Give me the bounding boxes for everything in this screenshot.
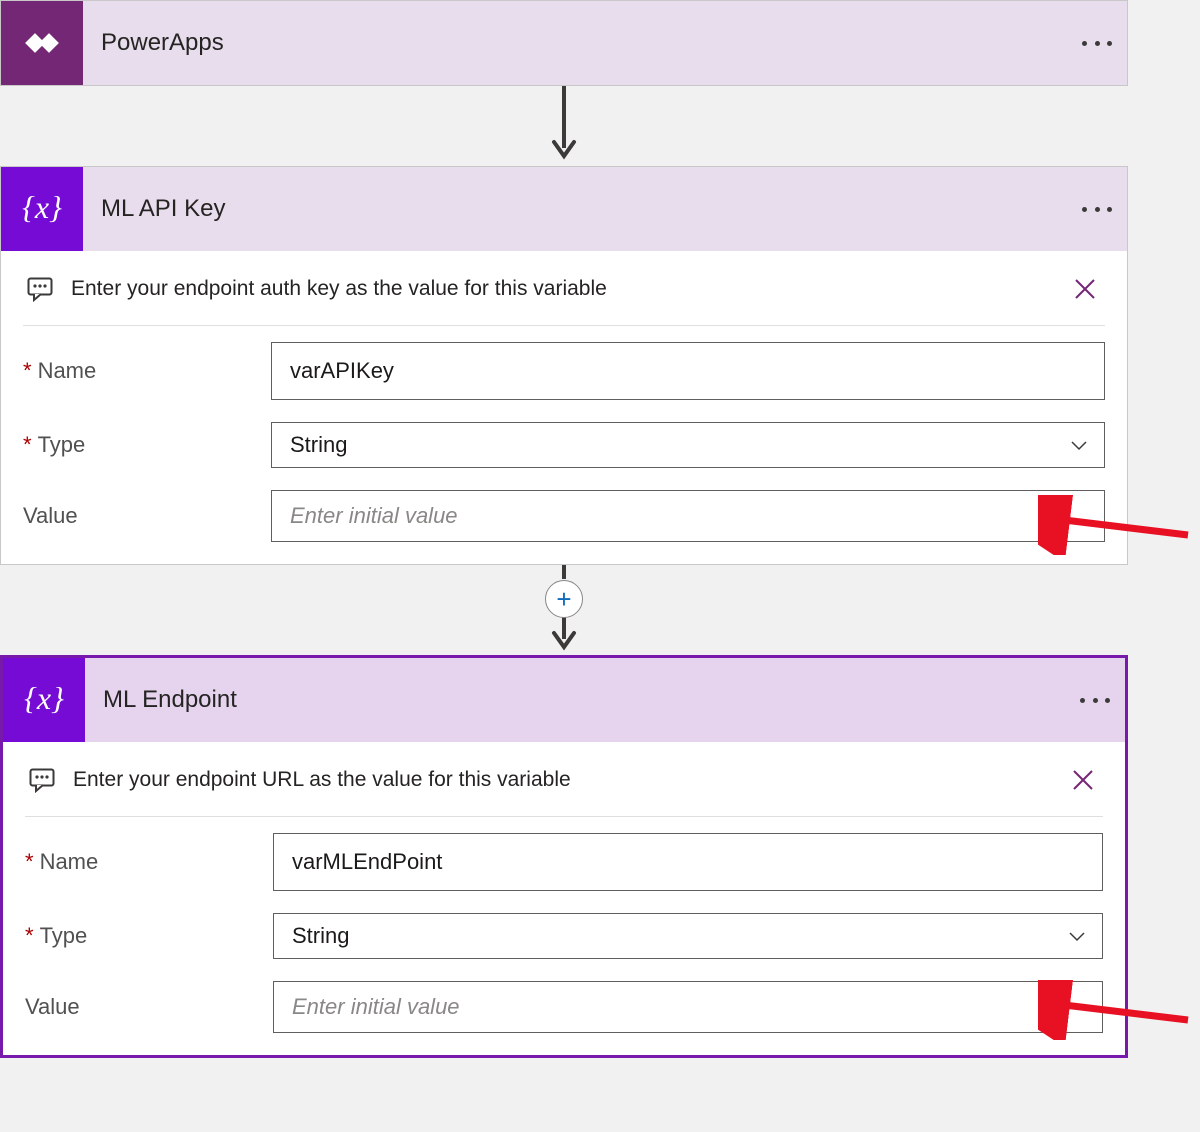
variable-icon: {x}: [3, 658, 85, 742]
chevron-down-icon: [1066, 925, 1088, 947]
powerapps-icon: [1, 1, 83, 85]
add-step-button[interactable]: +: [545, 580, 583, 618]
card-menu-button[interactable]: [1067, 167, 1127, 251]
value-input[interactable]: [273, 981, 1103, 1033]
close-comment-button[interactable]: [1063, 760, 1103, 800]
comment-icon: [23, 276, 57, 302]
card-menu-button[interactable]: [1067, 1, 1127, 85]
close-icon: [1072, 276, 1098, 302]
type-select[interactable]: String: [271, 422, 1105, 468]
trigger-title: PowerApps: [101, 29, 1067, 57]
comment-icon: [25, 767, 59, 793]
action-card-ml-api-key[interactable]: {x} ML API Key Enter your: [0, 166, 1128, 565]
action-card-ml-endpoint[interactable]: {x} ML Endpoint Enter you: [0, 655, 1128, 1058]
comment-text: Enter your endpoint URL as the value for…: [73, 768, 1063, 792]
connector-with-add: +: [0, 565, 1128, 655]
action-title[interactable]: ML API Key: [101, 195, 1067, 223]
connector-arrow: [0, 86, 1128, 166]
svg-text:{x}: {x}: [22, 189, 62, 225]
value-input[interactable]: [271, 490, 1105, 542]
name-input[interactable]: [273, 833, 1103, 891]
value-label: Value: [25, 994, 273, 1020]
name-label: *Name: [25, 849, 273, 875]
trigger-card-powerapps[interactable]: PowerApps: [0, 0, 1128, 86]
plus-icon: +: [556, 586, 571, 612]
variable-icon: {x}: [1, 167, 83, 251]
type-label: *Type: [23, 432, 271, 458]
ellipsis-icon: [1082, 41, 1112, 46]
ellipsis-icon: [1080, 698, 1110, 703]
type-select[interactable]: String: [273, 913, 1103, 959]
name-input[interactable]: [271, 342, 1105, 400]
svg-text:{x}: {x}: [24, 680, 64, 716]
close-comment-button[interactable]: [1065, 269, 1105, 309]
action-title[interactable]: ML Endpoint: [103, 686, 1065, 714]
type-label: *Type: [25, 923, 273, 949]
close-icon: [1070, 767, 1096, 793]
card-menu-button[interactable]: [1065, 658, 1125, 742]
chevron-down-icon: [1068, 434, 1090, 456]
name-label: *Name: [23, 358, 271, 384]
ellipsis-icon: [1082, 207, 1112, 212]
value-label: Value: [23, 503, 271, 529]
comment-text: Enter your endpoint auth key as the valu…: [71, 277, 1065, 301]
